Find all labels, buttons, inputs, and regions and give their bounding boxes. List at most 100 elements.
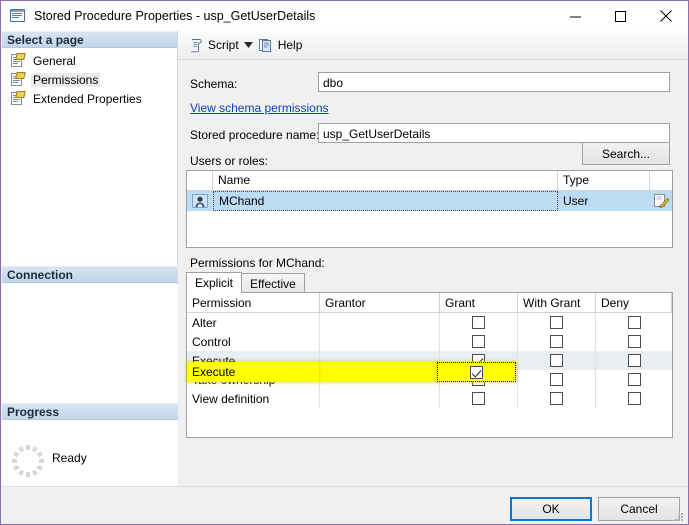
content-panel: Script Help Schema: dbo View schema perm… [178, 31, 688, 486]
perm-col-deny: Deny [596, 293, 672, 312]
sidebar-item-permissions[interactable]: Permissions [8, 71, 177, 89]
page-icon [10, 53, 26, 69]
sidebar-item-general[interactable]: General [8, 52, 177, 70]
stored-procedure-properties-dialog: Stored Procedure Properties - usp_GetUse… [0, 0, 689, 525]
help-button[interactable]: Help [255, 34, 306, 56]
ok-button[interactable]: OK [510, 497, 592, 521]
table-row[interactable]: Control [187, 332, 672, 351]
grant-checkbox-highlighted[interactable] [470, 365, 483, 379]
with-grant-checkbox[interactable] [550, 316, 563, 329]
permissions-tabs: Explicit Effective [186, 272, 305, 293]
sidebar-item-label: Extended Properties [33, 92, 142, 106]
stored-procedure-name-input[interactable]: usp_GetUserDetails [318, 123, 670, 143]
deny-cell[interactable] [596, 332, 672, 351]
progress-header: Progress [2, 403, 178, 420]
progress-status-text: Ready [52, 451, 87, 465]
execute-row-highlight: Execute [187, 362, 319, 382]
edit-properties-icon[interactable] [650, 191, 672, 211]
permission-name-cell: Control [187, 332, 320, 351]
permissions-form: Schema: dbo View schema permissions Stor… [178, 60, 688, 486]
user-type-cell: User [563, 194, 589, 208]
deny-cell[interactable] [596, 351, 672, 370]
permissions-grid-header: Permission Grantor Grant With Grant Deny [187, 293, 672, 313]
table-row[interactable]: MChand User [187, 191, 672, 211]
users-col-type: Type [558, 171, 650, 190]
page-icon [10, 91, 26, 107]
page-icon [10, 72, 26, 88]
title-bar: Stored Procedure Properties - usp_GetUse… [1, 1, 688, 31]
window-title: Stored Procedure Properties - usp_GetUse… [34, 9, 316, 23]
properties-window-icon [10, 8, 26, 24]
users-col-action [650, 171, 672, 190]
user-icon [187, 191, 213, 211]
progress-body: Ready [2, 421, 178, 486]
deny-checkbox[interactable] [627, 335, 641, 348]
permission-name-cell: View definition [187, 389, 320, 408]
user-name-cell[interactable]: MChand [213, 191, 558, 211]
tab-effective[interactable]: Effective [241, 273, 305, 293]
close-button[interactable] [643, 1, 688, 31]
users-grid-header: Name Type [187, 171, 672, 191]
resize-grip[interactable] [673, 511, 685, 523]
help-label: Help [277, 38, 303, 52]
users-or-roles-grid[interactable]: Name Type MChand User [186, 170, 673, 248]
cancel-button[interactable]: Cancel [598, 497, 680, 521]
table-row[interactable]: Alter [187, 313, 672, 332]
with-grant-checkbox[interactable] [550, 373, 563, 386]
stored-procedure-name-label: Stored procedure name: [190, 128, 320, 142]
permission-name-cell: Alter [187, 313, 320, 332]
minimize-button[interactable] [553, 1, 598, 31]
view-schema-permissions-link[interactable]: View schema permissions [190, 101, 329, 115]
grant-cell[interactable] [440, 389, 518, 408]
script-dropdown-chevron-down-icon[interactable] [242, 34, 255, 56]
grant-checkbox[interactable] [472, 335, 485, 348]
perm-col-grant: Grant [440, 293, 518, 312]
with-grant-cell[interactable] [518, 370, 596, 389]
select-a-page-header: Select a page [2, 31, 177, 48]
script-label: Script [208, 38, 239, 52]
execute-row-highlight-middle [319, 362, 437, 382]
deny-cell[interactable] [596, 370, 672, 389]
sidebar-item-label: Permissions [31, 73, 101, 87]
with-grant-checkbox[interactable] [550, 354, 563, 367]
help-icon [258, 37, 274, 53]
grant-cell[interactable] [440, 332, 518, 351]
maximize-button[interactable] [598, 1, 643, 31]
users-or-roles-label: Users or roles: [190, 154, 269, 168]
grantor-cell [320, 389, 440, 408]
schema-label: Schema: [190, 77, 238, 91]
perm-col-permission: Permission [187, 293, 320, 312]
with-grant-checkbox[interactable] [550, 392, 563, 405]
perm-col-grantor: Grantor [320, 293, 440, 312]
with-grant-cell[interactable] [518, 389, 596, 408]
tab-explicit[interactable]: Explicit [186, 272, 243, 293]
dialog-footer: OK Cancel [2, 486, 688, 524]
execute-grant-highlight[interactable] [437, 362, 516, 382]
permissions-for-label: Permissions for MChand: [190, 256, 325, 270]
sidebar-item-extended-properties[interactable]: Extended Properties [8, 90, 177, 108]
deny-cell[interactable] [596, 389, 672, 408]
with-grant-cell[interactable] [518, 332, 596, 351]
with-grant-cell[interactable] [518, 313, 596, 332]
search-button[interactable]: Search... [582, 142, 670, 165]
script-button[interactable]: Script [185, 34, 242, 56]
deny-checkbox[interactable] [627, 392, 641, 405]
deny-checkbox[interactable] [627, 354, 641, 367]
grantor-cell [320, 313, 440, 332]
sidebar-item-label: General [33, 54, 76, 68]
page-list: General Permissions Extended Properties [2, 48, 177, 108]
grant-checkbox[interactable] [472, 316, 485, 329]
deny-cell[interactable] [596, 313, 672, 332]
grant-checkbox[interactable] [472, 392, 485, 405]
table-row[interactable]: View definition [187, 389, 672, 408]
script-icon [188, 37, 204, 53]
with-grant-checkbox[interactable] [550, 335, 563, 348]
page-selector-panel: Select a page General Permissions Extend… [2, 31, 178, 486]
deny-checkbox[interactable] [627, 316, 641, 329]
grant-cell[interactable] [440, 313, 518, 332]
schema-input[interactable]: dbo [318, 72, 670, 92]
deny-checkbox[interactable] [627, 373, 641, 386]
perm-col-with-grant: With Grant [518, 293, 596, 312]
grantor-cell [320, 332, 440, 351]
with-grant-cell[interactable] [518, 351, 596, 370]
